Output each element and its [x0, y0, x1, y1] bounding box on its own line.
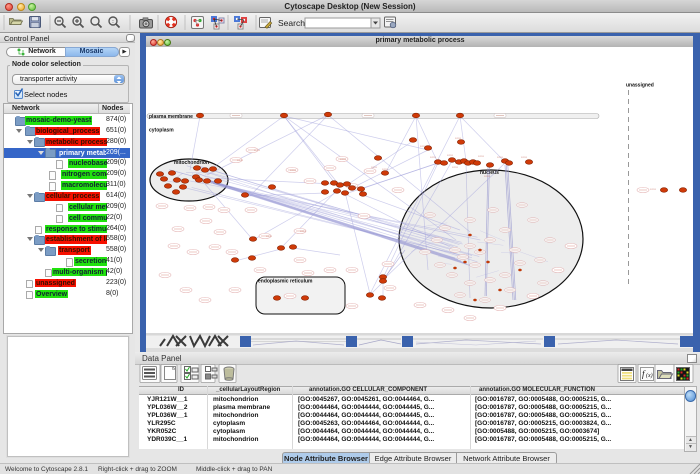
- svg-text:xxxxx: xxxxx: [452, 166, 459, 169]
- svg-text:xxxxx: xxxxx: [497, 156, 504, 159]
- svg-text:xxxxx: xxxxx: [420, 145, 427, 148]
- svg-text:cytoplasm: cytoplasm: [149, 128, 174, 134]
- svg-text:endoplasmic reticulum: endoplasmic reticulum: [258, 279, 313, 285]
- svg-text:xxxxx: xxxxx: [484, 175, 491, 178]
- svg-text:xxxxx: xxxxx: [300, 230, 307, 233]
- svg-text:xxxxx: xxxxx: [371, 166, 378, 169]
- svg-text:xxxxx: xxxxx: [382, 168, 389, 171]
- svg-text:xxxxx: xxxxx: [266, 235, 273, 238]
- svg-text:xxxxx: xxxxx: [478, 155, 485, 158]
- svg-text:xxxxx: xxxxx: [237, 159, 244, 162]
- svg-text:xxxxx: xxxxx: [290, 169, 297, 172]
- svg-text:plasma membrane: plasma membrane: [149, 114, 193, 120]
- svg-text:xxxxx: xxxxx: [447, 154, 454, 157]
- svg-text:(x): (x): [646, 372, 653, 379]
- svg-text:xxxxx: xxxxx: [521, 156, 528, 159]
- svg-text:xxxxx: xxxxx: [352, 186, 359, 189]
- svg-text:Search:: Search:: [278, 18, 307, 28]
- svg-text:xxxxx: xxxxx: [254, 149, 261, 152]
- svg-text:unassigned: unassigned: [626, 83, 654, 89]
- svg-text:xxxxx: xxxxx: [650, 188, 657, 191]
- svg-text:xxxxx: xxxxx: [430, 156, 437, 159]
- svg-text:xxxxx: xxxxx: [455, 137, 462, 140]
- svg-text:xxxxx: xxxxx: [340, 158, 347, 161]
